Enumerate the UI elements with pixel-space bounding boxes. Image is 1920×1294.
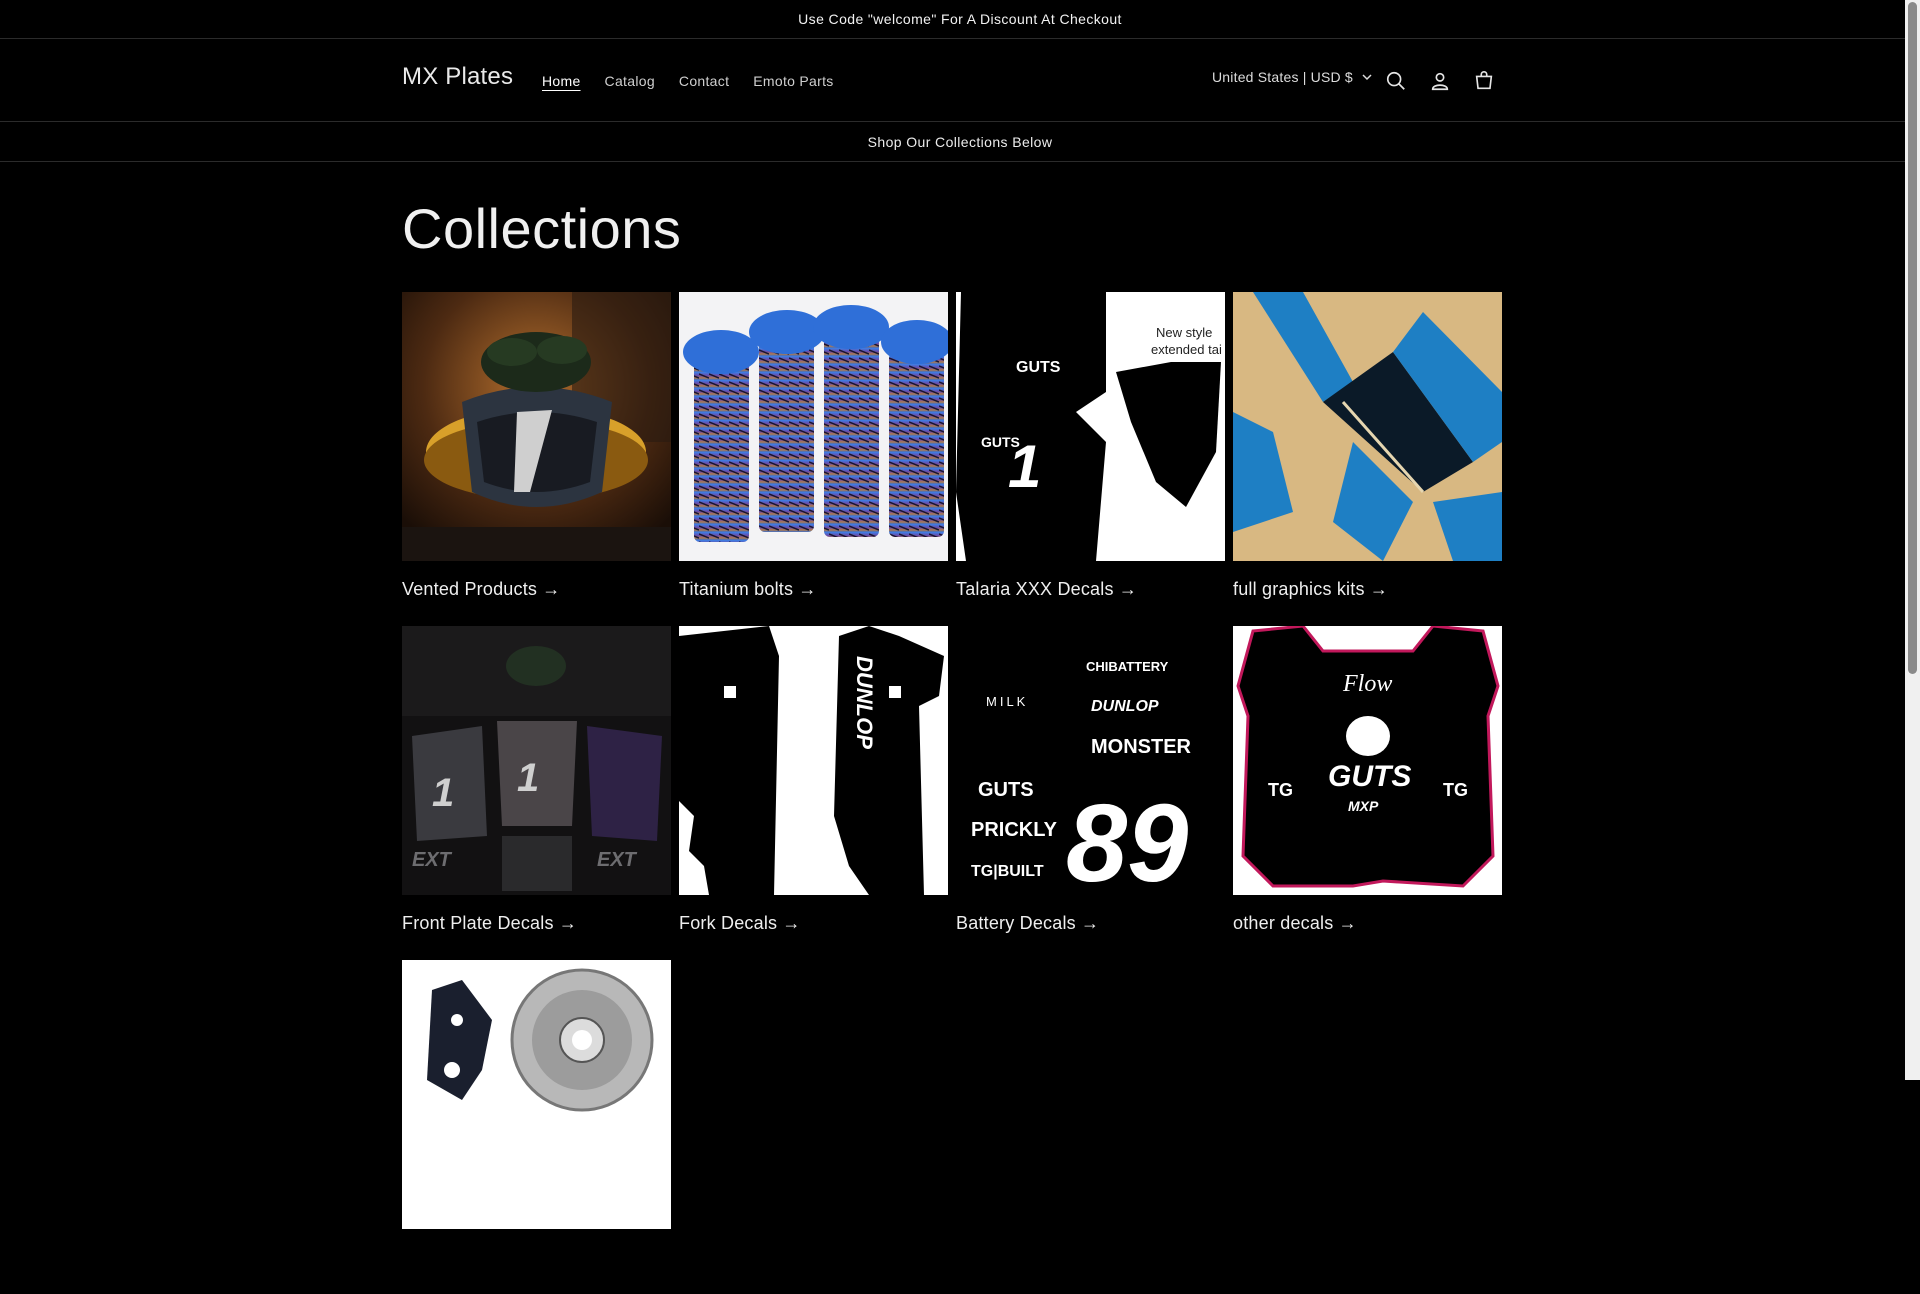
svg-text:GUTS: GUTS <box>1016 359 1061 376</box>
announcement-text: Use Code "welcome" For A Discount At Che… <box>798 11 1122 27</box>
scrollbar-thumb[interactable] <box>1908 2 1917 674</box>
collection-title: Fork Decals → <box>679 913 801 933</box>
collection-image <box>1233 292 1502 561</box>
collection-title: Titanium bolts → <box>679 579 817 599</box>
collection-image: CHIBATTERY MILK DUNLOP MONSTER GUTS PRIC… <box>956 626 1225 895</box>
collection-card-full-graphics-kits[interactable]: full graphics kits → <box>1233 292 1502 626</box>
collection-title: Talaria XXX Decals → <box>956 579 1138 599</box>
svg-text:DUNLOP: DUNLOP <box>1091 698 1159 715</box>
svg-text:1: 1 <box>517 756 539 800</box>
page-title: Collections <box>402 197 682 260</box>
sub-banner-text: Shop Our Collections Below <box>867 133 1053 150</box>
collection-title: Battery Decals → <box>956 913 1100 933</box>
collection-card-emoto-parts[interactable] <box>402 960 671 1294</box>
site-logo[interactable]: MX Plates <box>402 63 513 91</box>
collection-title: full graphics kits → <box>1233 579 1389 599</box>
vented-products-image <box>402 292 671 561</box>
fork-decal-text: DUNLOP <box>852 656 877 749</box>
nav-catalog[interactable]: Catalog <box>593 73 667 89</box>
graphics-kits-image <box>1233 292 1502 561</box>
svg-text:MILK: MILK <box>986 694 1028 709</box>
account-button[interactable] <box>1424 65 1456 97</box>
page-scrollbar[interactable] <box>1905 0 1920 1080</box>
sub-banner: Shop Our Collections Below <box>0 122 1920 162</box>
svg-text:89: 89 <box>1066 782 1188 895</box>
collection-image: DUNLOP <box>679 626 948 895</box>
account-icon <box>1431 72 1449 91</box>
cart-icon <box>1475 71 1493 90</box>
svg-text:EXT: EXT <box>412 849 453 871</box>
collections-grid: Vented Products → Titanium bolts → New s… <box>402 292 1502 1294</box>
collection-image <box>402 292 671 561</box>
nav-contact[interactable]: Contact <box>667 73 741 89</box>
locale-selector[interactable]: United States | USD $ <box>1212 69 1373 85</box>
collection-title: Front Plate Decals → <box>402 913 578 933</box>
svg-text:MONSTER: MONSTER <box>1091 736 1192 758</box>
cart-button[interactable] <box>1468 65 1500 97</box>
svg-text:GUTS: GUTS <box>978 779 1034 801</box>
svg-text:EXT: EXT <box>597 849 638 871</box>
brake-parts-image <box>402 960 671 1229</box>
svg-text:PRICKLY: PRICKLY <box>971 819 1058 841</box>
svg-text:CHIBATTERY: CHIBATTERY <box>1086 659 1169 674</box>
collection-card-other-decals[interactable]: Flow GUTS MXP TG TG other decals → <box>1233 626 1502 960</box>
collection-title: Vented Products → <box>402 579 561 599</box>
svg-text:1: 1 <box>432 771 454 815</box>
search-button[interactable] <box>1380 65 1412 97</box>
svg-text:GUTS: GUTS <box>981 434 1020 450</box>
svg-text:MXP: MXP <box>1348 798 1379 814</box>
svg-text:TG: TG <box>1268 780 1293 800</box>
announcement-bar: Use Code "welcome" For A Discount At Che… <box>0 0 1920 39</box>
main-nav: Home Catalog Contact Emoto Parts <box>530 39 846 122</box>
collection-card-titanium-bolts[interactable]: Titanium bolts → <box>679 292 948 626</box>
collection-image: Flow GUTS MXP TG TG <box>1233 626 1502 895</box>
locale-label: United States | USD $ <box>1212 69 1353 85</box>
svg-text:Flow: Flow <box>1342 671 1392 697</box>
front-plate-decals-image: 1 1 EXT EXT <box>402 626 671 895</box>
talaria-decals-image: New style extended tai GUTS 1 GUTS <box>956 292 1225 561</box>
other-decals-image: Flow GUTS MXP TG TG <box>1233 626 1502 895</box>
nav-home[interactable]: Home <box>530 73 593 89</box>
svg-text:GUTS: GUTS <box>1328 760 1411 793</box>
search-icon <box>1386 71 1405 90</box>
site-header: MX Plates Home Catalog Contact Emoto Par… <box>0 39 1920 122</box>
chevron-down-icon <box>1362 74 1372 81</box>
collection-image <box>402 960 671 1229</box>
battery-decals-image: CHIBATTERY MILK DUNLOP MONSTER GUTS PRIC… <box>956 626 1225 895</box>
talaria-note-2: extended tai <box>1151 342 1222 357</box>
collection-card-battery-decals[interactable]: CHIBATTERY MILK DUNLOP MONSTER GUTS PRIC… <box>956 626 1225 960</box>
collection-image: 1 1 EXT EXT <box>402 626 671 895</box>
collection-image: New style extended tai GUTS 1 GUTS <box>956 292 1225 561</box>
nav-emoto-parts[interactable]: Emoto Parts <box>741 73 845 89</box>
collection-title: other decals → <box>1233 913 1357 933</box>
collection-card-vented-products[interactable]: Vented Products → <box>402 292 671 626</box>
collection-card-talaria-xxx-decals[interactable]: New style extended tai GUTS 1 GUTS Talar… <box>956 292 1225 626</box>
collection-card-fork-decals[interactable]: DUNLOP Fork Decals → <box>679 626 948 960</box>
talaria-note-1: New style <box>1156 325 1212 340</box>
svg-text:TG: TG <box>1443 780 1468 800</box>
collection-image <box>679 292 948 561</box>
titanium-bolts-image <box>679 292 948 561</box>
collection-card-front-plate-decals[interactable]: 1 1 EXT EXT Front Plate Decals → <box>402 626 671 960</box>
fork-decals-image: DUNLOP <box>679 626 948 895</box>
svg-text:TG|BUILT: TG|BUILT <box>971 863 1044 880</box>
